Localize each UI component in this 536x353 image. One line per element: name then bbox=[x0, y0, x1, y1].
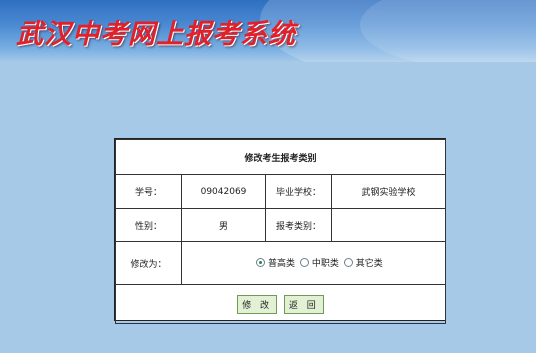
school-label: 毕业学校： bbox=[265, 174, 332, 209]
category-label: 报考类别： bbox=[265, 208, 332, 242]
category-value bbox=[330, 208, 447, 242]
radio-general-high[interactable] bbox=[256, 258, 265, 267]
option-other[interactable]: 其它类 bbox=[343, 256, 383, 269]
gender-value: 男 bbox=[181, 208, 266, 242]
submit-button[interactable]: 修 改 bbox=[237, 294, 278, 314]
back-button[interactable]: 返 回 bbox=[283, 294, 324, 314]
school-value: 武钢实验学校 bbox=[330, 174, 447, 209]
option-label-other: 其它类 bbox=[355, 259, 383, 269]
student-id-label: 学号： bbox=[115, 174, 182, 209]
option-general-high[interactable]: 普高类 bbox=[256, 256, 295, 269]
edit-form-table: 修改考生报考类别 学号： 09042069 毕业学校： 武钢实验学校 性别： 男… bbox=[114, 139, 447, 324]
form-actions: 修 改 返 回 bbox=[114, 284, 447, 324]
change-to-label: 修改为： bbox=[115, 241, 182, 285]
radio-vocational[interactable] bbox=[299, 258, 309, 267]
option-label-vocational: 中职类 bbox=[311, 259, 339, 269]
site-title: 武汉中考网上报考系统 bbox=[16, 19, 296, 50]
option-vocational[interactable]: 中职类 bbox=[299, 256, 339, 269]
student-id-value: 09042069 bbox=[181, 174, 266, 209]
edit-category-panel: 修改考生报考类别 学号： 09042069 毕业学校： 武钢实验学校 性别： 男… bbox=[114, 138, 447, 324]
category-options: 普高类 中职类 其它类 bbox=[180, 241, 447, 285]
option-label-general-high: 普高类 bbox=[268, 259, 296, 269]
form-title: 修改考生报考类别 bbox=[114, 139, 447, 175]
gender-label: 性别： bbox=[115, 208, 182, 242]
page-header: 武汉中考网上报考系统 bbox=[0, 0, 536, 62]
radio-other[interactable] bbox=[343, 258, 353, 267]
